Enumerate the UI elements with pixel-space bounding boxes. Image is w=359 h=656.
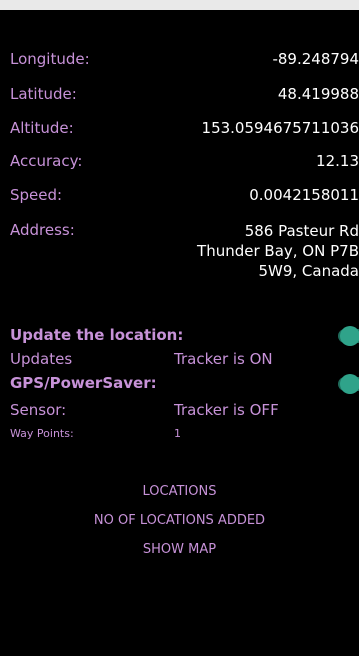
address-label: Address:	[10, 221, 75, 239]
longitude-label: Longitude:	[10, 50, 90, 68]
longitude-value: -89.248794	[272, 50, 359, 68]
sensor-label: Sensor:	[10, 401, 67, 419]
altitude-value: 153.0594675711036	[201, 119, 359, 137]
updates-status: Tracker is ON	[174, 350, 273, 368]
accuracy-label: Accuracy:	[10, 152, 83, 170]
latitude-value: 48.419988	[277, 85, 359, 103]
no-of-locations-button[interactable]: NO OF LOCATIONS ADDED	[0, 513, 359, 528]
address-value: 586 Pasteur Rd Thunder Bay, ON P7B 5W9, …	[159, 221, 359, 281]
waypoints-label: Way Points:	[10, 427, 74, 440]
toggle-knob	[340, 326, 359, 346]
location-screen: Longitude: -89.248794 Latitude: 48.41998…	[0, 10, 359, 656]
status-bar-strip	[0, 0, 359, 10]
sensor-status: Tracker is OFF	[174, 401, 279, 419]
show-map-button[interactable]: SHOW MAP	[0, 542, 359, 557]
locations-button[interactable]: LOCATIONS	[0, 484, 359, 499]
waypoints-value: 1	[174, 427, 181, 440]
speed-label: Speed:	[10, 186, 63, 204]
update-location-label: Update the location:	[10, 326, 184, 344]
gps-label: GPS/PowerSaver:	[10, 374, 157, 392]
address-line-2: Thunder Bay, ON P7B	[197, 242, 359, 260]
latitude-label: Latitude:	[10, 85, 77, 103]
accuracy-value: 12.13	[316, 152, 359, 170]
address-line-3: 5W9, Canada	[258, 262, 359, 280]
altitude-label: Altitude:	[10, 119, 74, 137]
address-line-1: 586 Pasteur Rd	[244, 222, 359, 240]
toggle-knob	[340, 374, 359, 394]
speed-value: 0.0042158011	[249, 186, 359, 204]
updates-label: Updates	[10, 350, 73, 368]
update-location-toggle[interactable]	[338, 326, 359, 346]
gps-toggle[interactable]	[338, 374, 359, 394]
